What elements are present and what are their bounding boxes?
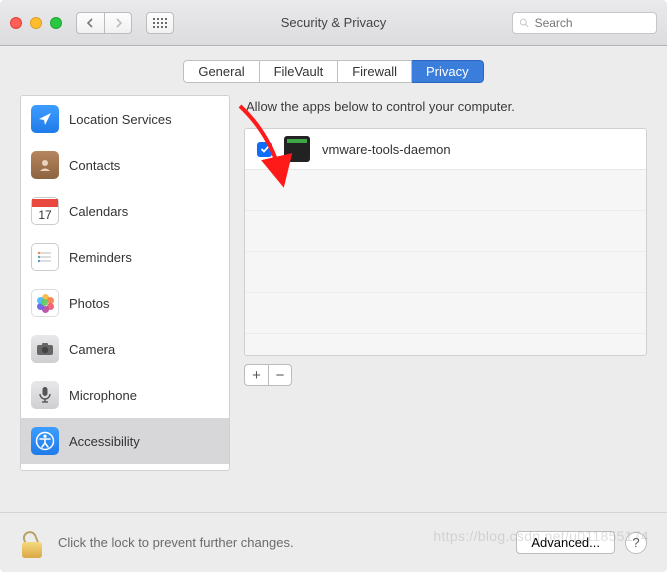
chevron-right-icon: [114, 18, 123, 28]
search-icon: [519, 17, 530, 29]
close-icon[interactable]: [10, 17, 22, 29]
calendar-icon: 17: [31, 197, 59, 225]
chevron-left-icon: [86, 18, 95, 28]
panel-description: Allow the apps below to control your com…: [244, 95, 647, 128]
tab-general[interactable]: General: [183, 60, 259, 83]
zoom-icon[interactable]: [50, 17, 62, 29]
sidebar-item-location[interactable]: Location Services: [21, 96, 229, 142]
tab-bar: General FileVault Firewall Privacy: [0, 46, 667, 95]
nav-buttons: [76, 12, 132, 34]
search-field[interactable]: [512, 12, 657, 34]
sidebar-item-label: Photos: [69, 296, 109, 311]
sidebar-item-photos[interactable]: Photos: [21, 280, 229, 326]
sidebar-item-camera[interactable]: Camera: [21, 326, 229, 372]
footer: Click the lock to prevent further change…: [0, 512, 667, 572]
app-list[interactable]: vmware-tools-daemon: [244, 128, 647, 356]
accessibility-icon: [31, 427, 59, 455]
app-checkbox[interactable]: [257, 142, 272, 157]
check-icon: [260, 144, 270, 154]
help-button[interactable]: ?: [625, 532, 647, 554]
app-row-empty: [245, 211, 646, 252]
remove-button[interactable]: −: [268, 364, 292, 386]
app-name: vmware-tools-daemon: [322, 142, 451, 157]
content-area: Location Services Contacts 17 Calendars: [0, 95, 667, 487]
terminal-icon: [284, 136, 310, 162]
sidebar-item-label: Microphone: [69, 388, 137, 403]
lock-body-icon: [22, 542, 42, 558]
window-controls: [10, 17, 62, 29]
sidebar-item-full-disk[interactable]: Full Disk Access: [21, 464, 229, 471]
sidebar-item-accessibility[interactable]: Accessibility: [21, 418, 229, 464]
grid-icon: [153, 18, 167, 28]
sidebar-item-label: Accessibility: [69, 434, 140, 449]
back-button[interactable]: [76, 12, 104, 34]
preferences-window: Security & Privacy General FileVault Fir…: [0, 0, 667, 572]
app-row-empty: [245, 293, 646, 334]
tab-firewall[interactable]: Firewall: [338, 60, 412, 83]
sidebar-item-label: Camera: [69, 342, 115, 357]
sidebar-item-calendars[interactable]: 17 Calendars: [21, 188, 229, 234]
forward-button[interactable]: [104, 12, 132, 34]
search-input[interactable]: [535, 16, 650, 30]
tab-filevault[interactable]: FileVault: [260, 60, 339, 83]
tab-privacy[interactable]: Privacy: [412, 60, 484, 83]
contacts-icon: [31, 151, 59, 179]
add-button[interactable]: +: [244, 364, 268, 386]
advanced-button[interactable]: Advanced...: [516, 531, 615, 554]
sidebar-item-label: Reminders: [69, 250, 132, 265]
lock-button[interactable]: [20, 528, 46, 558]
app-row-empty: [245, 170, 646, 211]
main-panel: Allow the apps below to control your com…: [244, 95, 647, 471]
add-remove-controls: + −: [244, 364, 647, 386]
minimize-icon[interactable]: [30, 17, 42, 29]
sidebar-item-contacts[interactable]: Contacts: [21, 142, 229, 188]
sidebar-item-label: Location Services: [69, 112, 172, 127]
sidebar-item-reminders[interactable]: Reminders: [21, 234, 229, 280]
titlebar: Security & Privacy: [0, 0, 667, 46]
category-sidebar[interactable]: Location Services Contacts 17 Calendars: [20, 95, 230, 471]
app-row[interactable]: vmware-tools-daemon: [245, 129, 646, 170]
sidebar-item-label: Calendars: [69, 204, 128, 219]
microphone-icon: [31, 381, 59, 409]
sidebar-item-microphone[interactable]: Microphone: [21, 372, 229, 418]
photos-icon: [31, 289, 59, 317]
app-row-empty: [245, 252, 646, 293]
sidebar-item-label: Contacts: [69, 158, 120, 173]
show-all-button[interactable]: [146, 12, 174, 34]
camera-icon: [31, 335, 59, 363]
location-icon: [31, 105, 59, 133]
reminders-icon: [31, 243, 59, 271]
lock-description: Click the lock to prevent further change…: [58, 535, 294, 550]
